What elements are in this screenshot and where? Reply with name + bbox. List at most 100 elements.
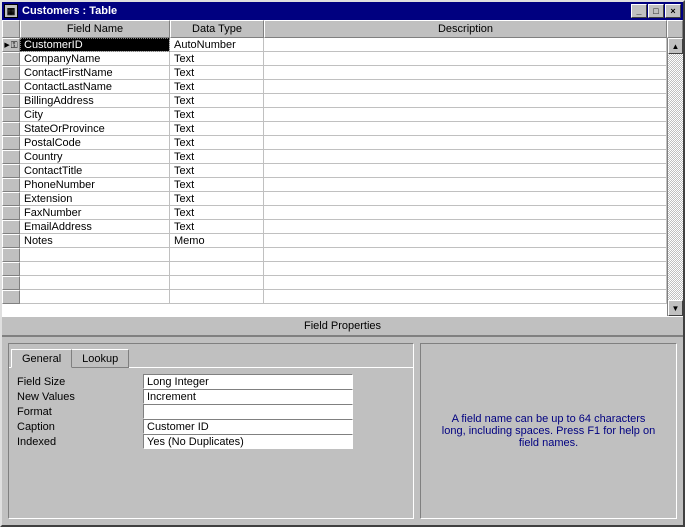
- field-name-cell[interactable]: ContactFirstName: [20, 66, 170, 80]
- tab-general[interactable]: General: [11, 349, 72, 368]
- close-button[interactable]: ×: [665, 4, 681, 18]
- table-row[interactable]: ContactLastNameText: [2, 80, 667, 94]
- data-type-cell[interactable]: Text: [170, 136, 264, 150]
- scroll-track[interactable]: [668, 54, 683, 300]
- row-selector[interactable]: [2, 94, 20, 108]
- data-type-cell[interactable]: Text: [170, 220, 264, 234]
- field-name-cell[interactable]: Notes: [20, 234, 170, 248]
- row-selector[interactable]: [2, 248, 20, 262]
- description-cell[interactable]: [264, 248, 667, 262]
- row-selector[interactable]: [2, 150, 20, 164]
- data-type-cell[interactable]: [170, 290, 264, 304]
- data-type-cell[interactable]: Text: [170, 66, 264, 80]
- property-value[interactable]: Long Integer: [143, 374, 353, 389]
- field-name-cell[interactable]: CompanyName: [20, 52, 170, 66]
- scroll-up-icon[interactable]: ▲: [668, 38, 683, 54]
- data-type-cell[interactable]: Text: [170, 108, 264, 122]
- header-fieldname[interactable]: Field Name: [20, 20, 170, 38]
- field-name-cell[interactable]: ContactTitle: [20, 164, 170, 178]
- data-type-cell[interactable]: Text: [170, 178, 264, 192]
- field-name-cell[interactable]: [20, 262, 170, 276]
- field-name-cell[interactable]: PhoneNumber: [20, 178, 170, 192]
- system-menu-icon[interactable]: ▦: [4, 4, 18, 18]
- table-row[interactable]: CountryText: [2, 150, 667, 164]
- property-value[interactable]: [143, 404, 353, 419]
- row-selector[interactable]: [2, 136, 20, 150]
- description-cell[interactable]: [264, 136, 667, 150]
- data-type-cell[interactable]: Text: [170, 94, 264, 108]
- field-name-cell[interactable]: CustomerID: [20, 38, 170, 52]
- field-name-cell[interactable]: City: [20, 108, 170, 122]
- field-name-cell[interactable]: [20, 290, 170, 304]
- row-selector[interactable]: [2, 220, 20, 234]
- row-selector[interactable]: [2, 276, 20, 290]
- maximize-button[interactable]: □: [648, 4, 664, 18]
- row-selector[interactable]: [2, 122, 20, 136]
- row-selector[interactable]: [2, 52, 20, 66]
- row-selector[interactable]: [2, 66, 20, 80]
- data-type-cell[interactable]: Text: [170, 206, 264, 220]
- field-name-cell[interactable]: [20, 276, 170, 290]
- table-row[interactable]: [2, 290, 667, 304]
- table-row[interactable]: ExtensionText: [2, 192, 667, 206]
- row-selector[interactable]: [2, 80, 20, 94]
- table-row[interactable]: CompanyNameText: [2, 52, 667, 66]
- data-type-cell[interactable]: Text: [170, 52, 264, 66]
- header-rowselector[interactable]: [2, 20, 20, 38]
- field-name-cell[interactable]: Extension: [20, 192, 170, 206]
- row-selector[interactable]: [2, 108, 20, 122]
- field-name-cell[interactable]: BillingAddress: [20, 94, 170, 108]
- description-cell[interactable]: [264, 262, 667, 276]
- data-type-cell[interactable]: Text: [170, 192, 264, 206]
- description-cell[interactable]: [264, 80, 667, 94]
- scroll-down-icon[interactable]: ▼: [668, 300, 683, 316]
- description-cell[interactable]: [264, 38, 667, 52]
- field-name-cell[interactable]: EmailAddress: [20, 220, 170, 234]
- description-cell[interactable]: [264, 192, 667, 206]
- table-row[interactable]: ContactTitleText: [2, 164, 667, 178]
- data-type-cell[interactable]: AutoNumber: [170, 38, 264, 52]
- data-type-cell[interactable]: Text: [170, 164, 264, 178]
- header-datatype[interactable]: Data Type: [170, 20, 264, 38]
- description-cell[interactable]: [264, 164, 667, 178]
- table-row[interactable]: PhoneNumberText: [2, 178, 667, 192]
- title-bar[interactable]: ▦ Customers : Table _ □ ×: [2, 2, 683, 20]
- description-cell[interactable]: [264, 178, 667, 192]
- data-type-cell[interactable]: Text: [170, 122, 264, 136]
- grid-rows[interactable]: ⚿CustomerIDAutoNumberCompanyNameTextCont…: [2, 38, 667, 316]
- table-row[interactable]: EmailAddressText: [2, 220, 667, 234]
- minimize-button[interactable]: _: [631, 4, 647, 18]
- table-row[interactable]: [2, 276, 667, 290]
- table-row[interactable]: CityText: [2, 108, 667, 122]
- row-selector[interactable]: [2, 164, 20, 178]
- vertical-scrollbar[interactable]: ▲ ▼: [667, 38, 683, 316]
- row-selector[interactable]: ⚿: [2, 38, 20, 52]
- description-cell[interactable]: [264, 66, 667, 80]
- field-name-cell[interactable]: Country: [20, 150, 170, 164]
- data-type-cell[interactable]: [170, 248, 264, 262]
- description-cell[interactable]: [264, 122, 667, 136]
- data-type-cell[interactable]: [170, 276, 264, 290]
- table-row[interactable]: ContactFirstNameText: [2, 66, 667, 80]
- property-value[interactable]: Increment: [143, 389, 353, 404]
- description-cell[interactable]: [264, 52, 667, 66]
- row-selector[interactable]: [2, 262, 20, 276]
- description-cell[interactable]: [264, 94, 667, 108]
- table-row[interactable]: NotesMemo: [2, 234, 667, 248]
- description-cell[interactable]: [264, 276, 667, 290]
- property-value[interactable]: Customer ID: [143, 419, 353, 434]
- row-selector[interactable]: [2, 178, 20, 192]
- description-cell[interactable]: [264, 206, 667, 220]
- table-row[interactable]: [2, 262, 667, 276]
- data-type-cell[interactable]: [170, 262, 264, 276]
- tab-lookup[interactable]: Lookup: [71, 349, 129, 368]
- field-name-cell[interactable]: ContactLastName: [20, 80, 170, 94]
- field-name-cell[interactable]: FaxNumber: [20, 206, 170, 220]
- property-value[interactable]: Yes (No Duplicates): [143, 434, 353, 449]
- table-row[interactable]: [2, 248, 667, 262]
- description-cell[interactable]: [264, 220, 667, 234]
- data-type-cell[interactable]: Text: [170, 80, 264, 94]
- table-row[interactable]: StateOrProvinceText: [2, 122, 667, 136]
- description-cell[interactable]: [264, 234, 667, 248]
- field-name-cell[interactable]: StateOrProvince: [20, 122, 170, 136]
